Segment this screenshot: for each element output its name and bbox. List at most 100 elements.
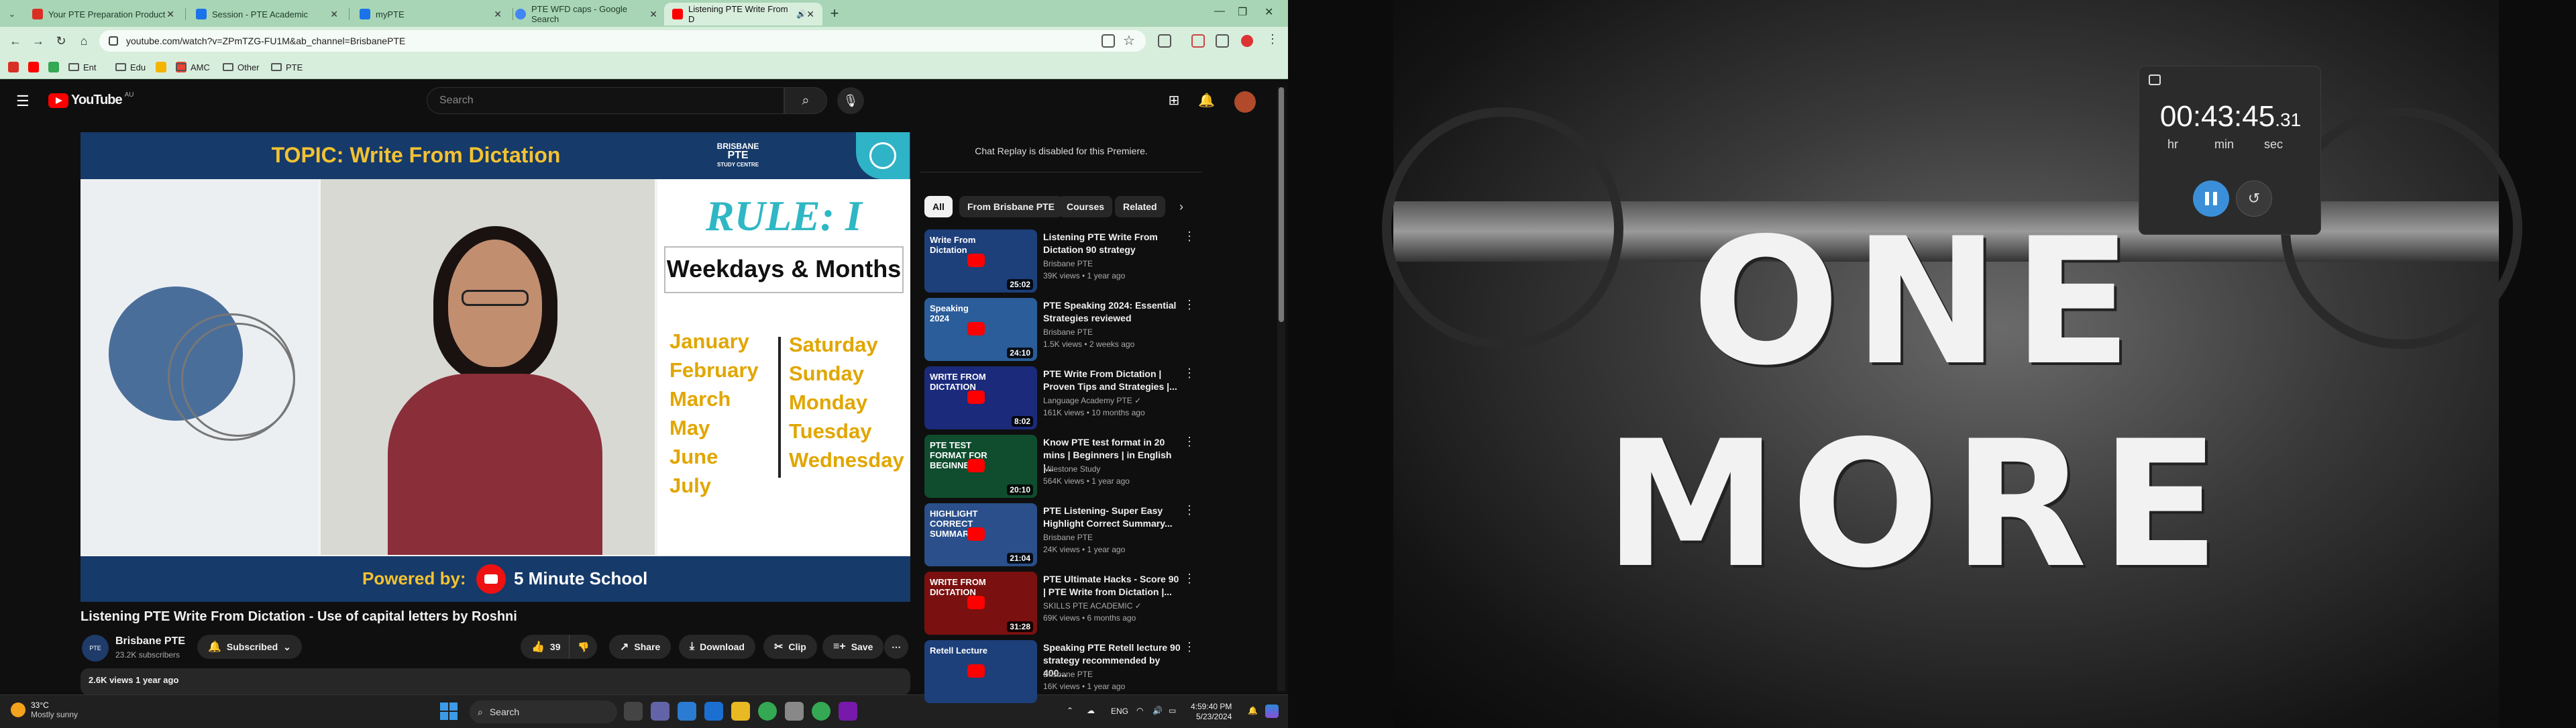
cloud-icon[interactable]: ☁	[1087, 706, 1095, 715]
maximize-button[interactable]: ❐	[1238, 5, 1247, 19]
bookmark-folder-edu[interactable]: Edu	[115, 60, 146, 74]
speaker-icon[interactable]: 🔊	[796, 9, 806, 19]
more-vertical-icon[interactable]: ⋮	[1183, 366, 1195, 380]
video-channel[interactable]: Milestone Study	[1043, 464, 1100, 474]
create-video-icon[interactable]: ⊞	[1166, 93, 1182, 109]
more-vertical-icon[interactable]: ⋮	[1183, 572, 1195, 586]
video-thumbnail[interactable]: WRITE FROM DICTATION 8:02	[924, 366, 1037, 429]
onenote-icon[interactable]	[839, 702, 857, 721]
extensions-icon[interactable]	[1158, 34, 1171, 48]
taskbar-search[interactable]: ⌕ Search	[470, 700, 617, 723]
video-channel[interactable]: SKILLS PTE ACADEMIC ✓	[1043, 601, 1142, 611]
channel-name[interactable]: Brisbane PTE	[115, 635, 185, 647]
video-channel[interactable]: Language Academy PTE ✓	[1043, 396, 1141, 405]
bookmark-folder-amc[interactable]: AMC	[176, 60, 210, 74]
more-vertical-icon[interactable]: ⋮	[1183, 503, 1195, 517]
stopwatch-window[interactable]: 00:43:45.31 hr min sec ↺	[2139, 66, 2321, 235]
recommended-video[interactable]: HIGHLIGHT CORRECT SUMMARY 21:04 PTE Listen…	[924, 503, 1199, 568]
close-icon[interactable]: ✕	[330, 9, 338, 20]
clock[interactable]: 4:59:40 PM 5/23/2024	[1191, 702, 1232, 722]
voice-search-button[interactable]: 🎙	[837, 87, 864, 114]
teams-icon[interactable]	[651, 702, 669, 721]
reload-button[interactable]: ↻	[52, 32, 70, 50]
description-box[interactable]: 2.6K views 1 year ago	[80, 668, 910, 695]
pin-window-icon[interactable]	[2149, 74, 2161, 85]
bookmark-icon[interactable]	[156, 62, 166, 72]
account-avatar[interactable]	[1234, 91, 1256, 113]
recommended-video[interactable]: Retell Lecture Speaking PTE Retell lectur…	[924, 640, 1199, 705]
bookmark-folder-other[interactable]: Other	[223, 60, 260, 74]
pause-button[interactable]	[2193, 180, 2229, 217]
channel-avatar[interactable]: PTE	[82, 635, 109, 662]
hamburger-menu-icon[interactable]: ☰	[16, 93, 30, 110]
video-title[interactable]: PTE Listening- Super Easy Highlight Corr…	[1043, 505, 1184, 530]
video-thumbnail[interactable]: Speaking 2024 24:10	[924, 298, 1037, 361]
recommended-video[interactable]: WRITE FROM DICTATION 31:28 PTE Ultimate Ha…	[924, 572, 1199, 636]
copilot-icon[interactable]	[1265, 705, 1279, 718]
more-vertical-icon[interactable]: ⋮	[1183, 229, 1195, 244]
page-scrollbar[interactable]	[1277, 87, 1285, 691]
cast-icon[interactable]	[1102, 34, 1115, 48]
recommended-video[interactable]: WRITE FROM DICTATION 8:02 PTE Write From D…	[924, 366, 1199, 431]
address-bar[interactable]: youtube.com/watch?v=ZPmTZG-FU1M&ab_chann…	[99, 30, 1146, 52]
reset-button[interactable]: ↺	[2236, 180, 2272, 217]
video-title[interactable]: PTE Ultimate Hacks - Score 90 | PTE Writ…	[1043, 573, 1184, 599]
video-title[interactable]: Listening PTE Write From Dictation 90 st…	[1043, 231, 1184, 256]
close-icon[interactable]: ✕	[166, 9, 174, 20]
chip-related[interactable]: Related	[1115, 196, 1165, 217]
tab-5-active[interactable]: Listening PTE Write From D 🔊 ✕	[664, 3, 822, 25]
bookmark-icon[interactable]	[8, 62, 19, 72]
video-thumbnail[interactable]: HIGHLIGHT CORRECT SUMMARY 21:04	[924, 503, 1037, 566]
wifi-icon[interactable]: ◠	[1136, 706, 1143, 715]
clip-button[interactable]: ✂ Clip	[763, 635, 817, 659]
tab-4[interactable]: PTE WFD caps - Google Search ✕	[507, 3, 665, 25]
close-icon[interactable]: ✕	[649, 9, 657, 20]
chevron-right-icon[interactable]: ›	[1171, 196, 1191, 217]
menu-icon[interactable]: ⋮	[1267, 32, 1279, 46]
video-thumbnail[interactable]: PTE TEST FORMAT FOR BEGINNERS 20:10	[924, 435, 1037, 498]
bookmark-folder-pte[interactable]: PTE	[271, 60, 303, 74]
chip-from-channel[interactable]: From Brisbane PTE	[959, 196, 1063, 217]
notifications-icon[interactable]: 🔔	[1248, 706, 1258, 715]
language-indicator[interactable]: ENG	[1111, 707, 1128, 716]
chrome-icon[interactable]	[812, 702, 830, 721]
tab-3[interactable]: myPTE ✕	[352, 3, 510, 25]
battery-icon[interactable]: ▭	[1169, 706, 1176, 715]
home-button[interactable]: ⌂	[75, 32, 93, 50]
more-vertical-icon[interactable]: ⋮	[1183, 435, 1195, 449]
more-actions-button[interactable]: ⋯	[884, 635, 908, 659]
sidebar-icon[interactable]	[1216, 34, 1229, 48]
dislike-button[interactable]: 👎	[569, 635, 598, 659]
chip-all[interactable]: All	[924, 196, 953, 217]
close-icon[interactable]: ✕	[806, 9, 814, 20]
task-view-icon[interactable]	[624, 702, 643, 721]
more-vertical-icon[interactable]: ⋮	[1183, 298, 1195, 312]
close-icon[interactable]: ✕	[494, 9, 502, 20]
share-button[interactable]: ↗ Share	[609, 635, 672, 659]
back-button[interactable]: ←	[7, 32, 24, 50]
video-thumbnail[interactable]: Retell Lecture	[924, 640, 1037, 703]
video-thumbnail[interactable]: WRITE FROM DICTATION 31:28	[924, 572, 1037, 635]
search-button[interactable]: ⌕	[784, 87, 827, 114]
chevron-up-icon[interactable]: ⌃	[1067, 706, 1073, 715]
weather-widget[interactable]: 33°C Mostly sunny	[11, 700, 78, 719]
tab-1[interactable]: Your PTE Preparation Product ✕	[24, 3, 182, 25]
windows-start-icon[interactable]	[440, 703, 458, 720]
video-title[interactable]: PTE Speaking 2024: Essential Strategies …	[1043, 299, 1184, 325]
recommended-video[interactable]: Speaking 2024 24:10 PTE Speaking 2024: Ess…	[924, 298, 1199, 362]
file-explorer-icon[interactable]	[731, 702, 750, 721]
chrome-icon[interactable]	[758, 702, 777, 721]
volume-icon[interactable]: 🔊	[1152, 706, 1163, 715]
subscribed-button[interactable]: 🔔 Subscribed ⌄	[197, 635, 302, 659]
scrollbar-thumb[interactable]	[1279, 87, 1284, 322]
app-icon[interactable]	[785, 702, 804, 721]
new-tab-button[interactable]: +	[825, 4, 844, 23]
bookmark-icon[interactable]	[48, 62, 59, 72]
bookmark-star-icon[interactable]: ☆	[1123, 32, 1135, 49]
recommended-video[interactable]: PTE TEST FORMAT FOR BEGINNERS 20:10 Know P…	[924, 435, 1199, 499]
notifications-bell-icon[interactable]: 🔔	[1198, 93, 1215, 109]
more-vertical-icon[interactable]: ⋮	[1183, 640, 1195, 654]
download-button[interactable]: ⤓ Download	[679, 635, 755, 659]
site-info-icon[interactable]	[109, 36, 118, 46]
video-channel[interactable]: Brisbane PTE	[1043, 533, 1093, 542]
